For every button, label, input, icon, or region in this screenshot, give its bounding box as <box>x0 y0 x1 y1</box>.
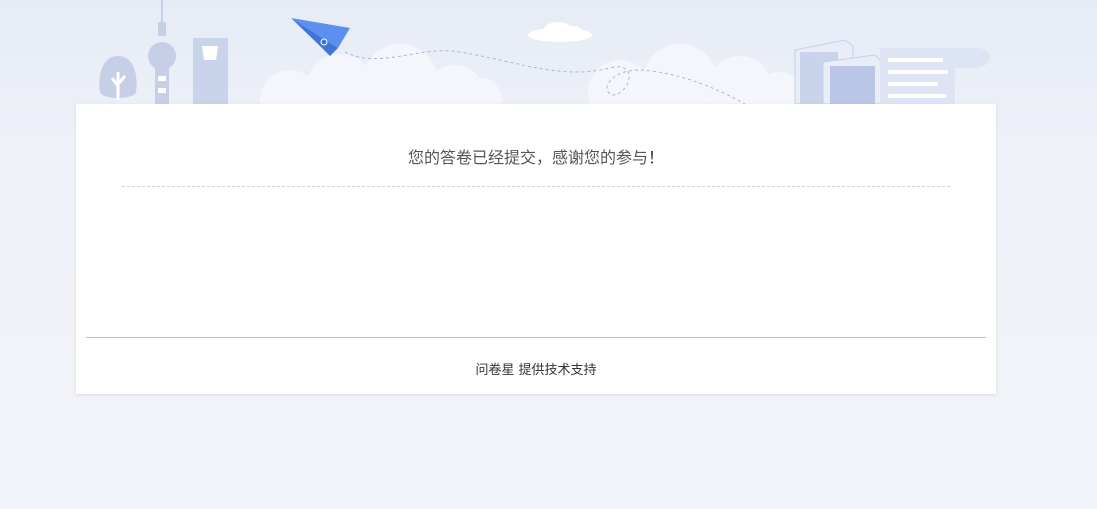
paper-plane-icon <box>291 18 350 56</box>
books-icon <box>794 39 883 104</box>
dashed-divider <box>122 186 950 187</box>
tower-icon <box>148 0 176 104</box>
brand-link[interactable]: 问卷星 <box>475 363 514 378</box>
footer: 问卷星 提供技术支持 <box>76 359 996 378</box>
message-exclamation: ！ <box>648 148 665 167</box>
cloud-icon <box>260 44 804 104</box>
small-cloud-icon <box>528 22 592 42</box>
document-icon <box>880 48 990 104</box>
support-text: 提供技术支持 <box>518 363 597 378</box>
tree-icon <box>99 56 137 100</box>
result-card: 您的答卷已经提交，感谢您的参与！ 问卷星 提供技术支持 <box>76 104 996 394</box>
building-icon <box>193 38 228 104</box>
header-illustration <box>99 0 990 104</box>
message-text: 您的答卷已经提交，感谢您的参与 <box>407 148 648 167</box>
submit-success-message: 您的答卷已经提交，感谢您的参与！ <box>76 144 996 168</box>
footer-divider <box>86 337 986 338</box>
